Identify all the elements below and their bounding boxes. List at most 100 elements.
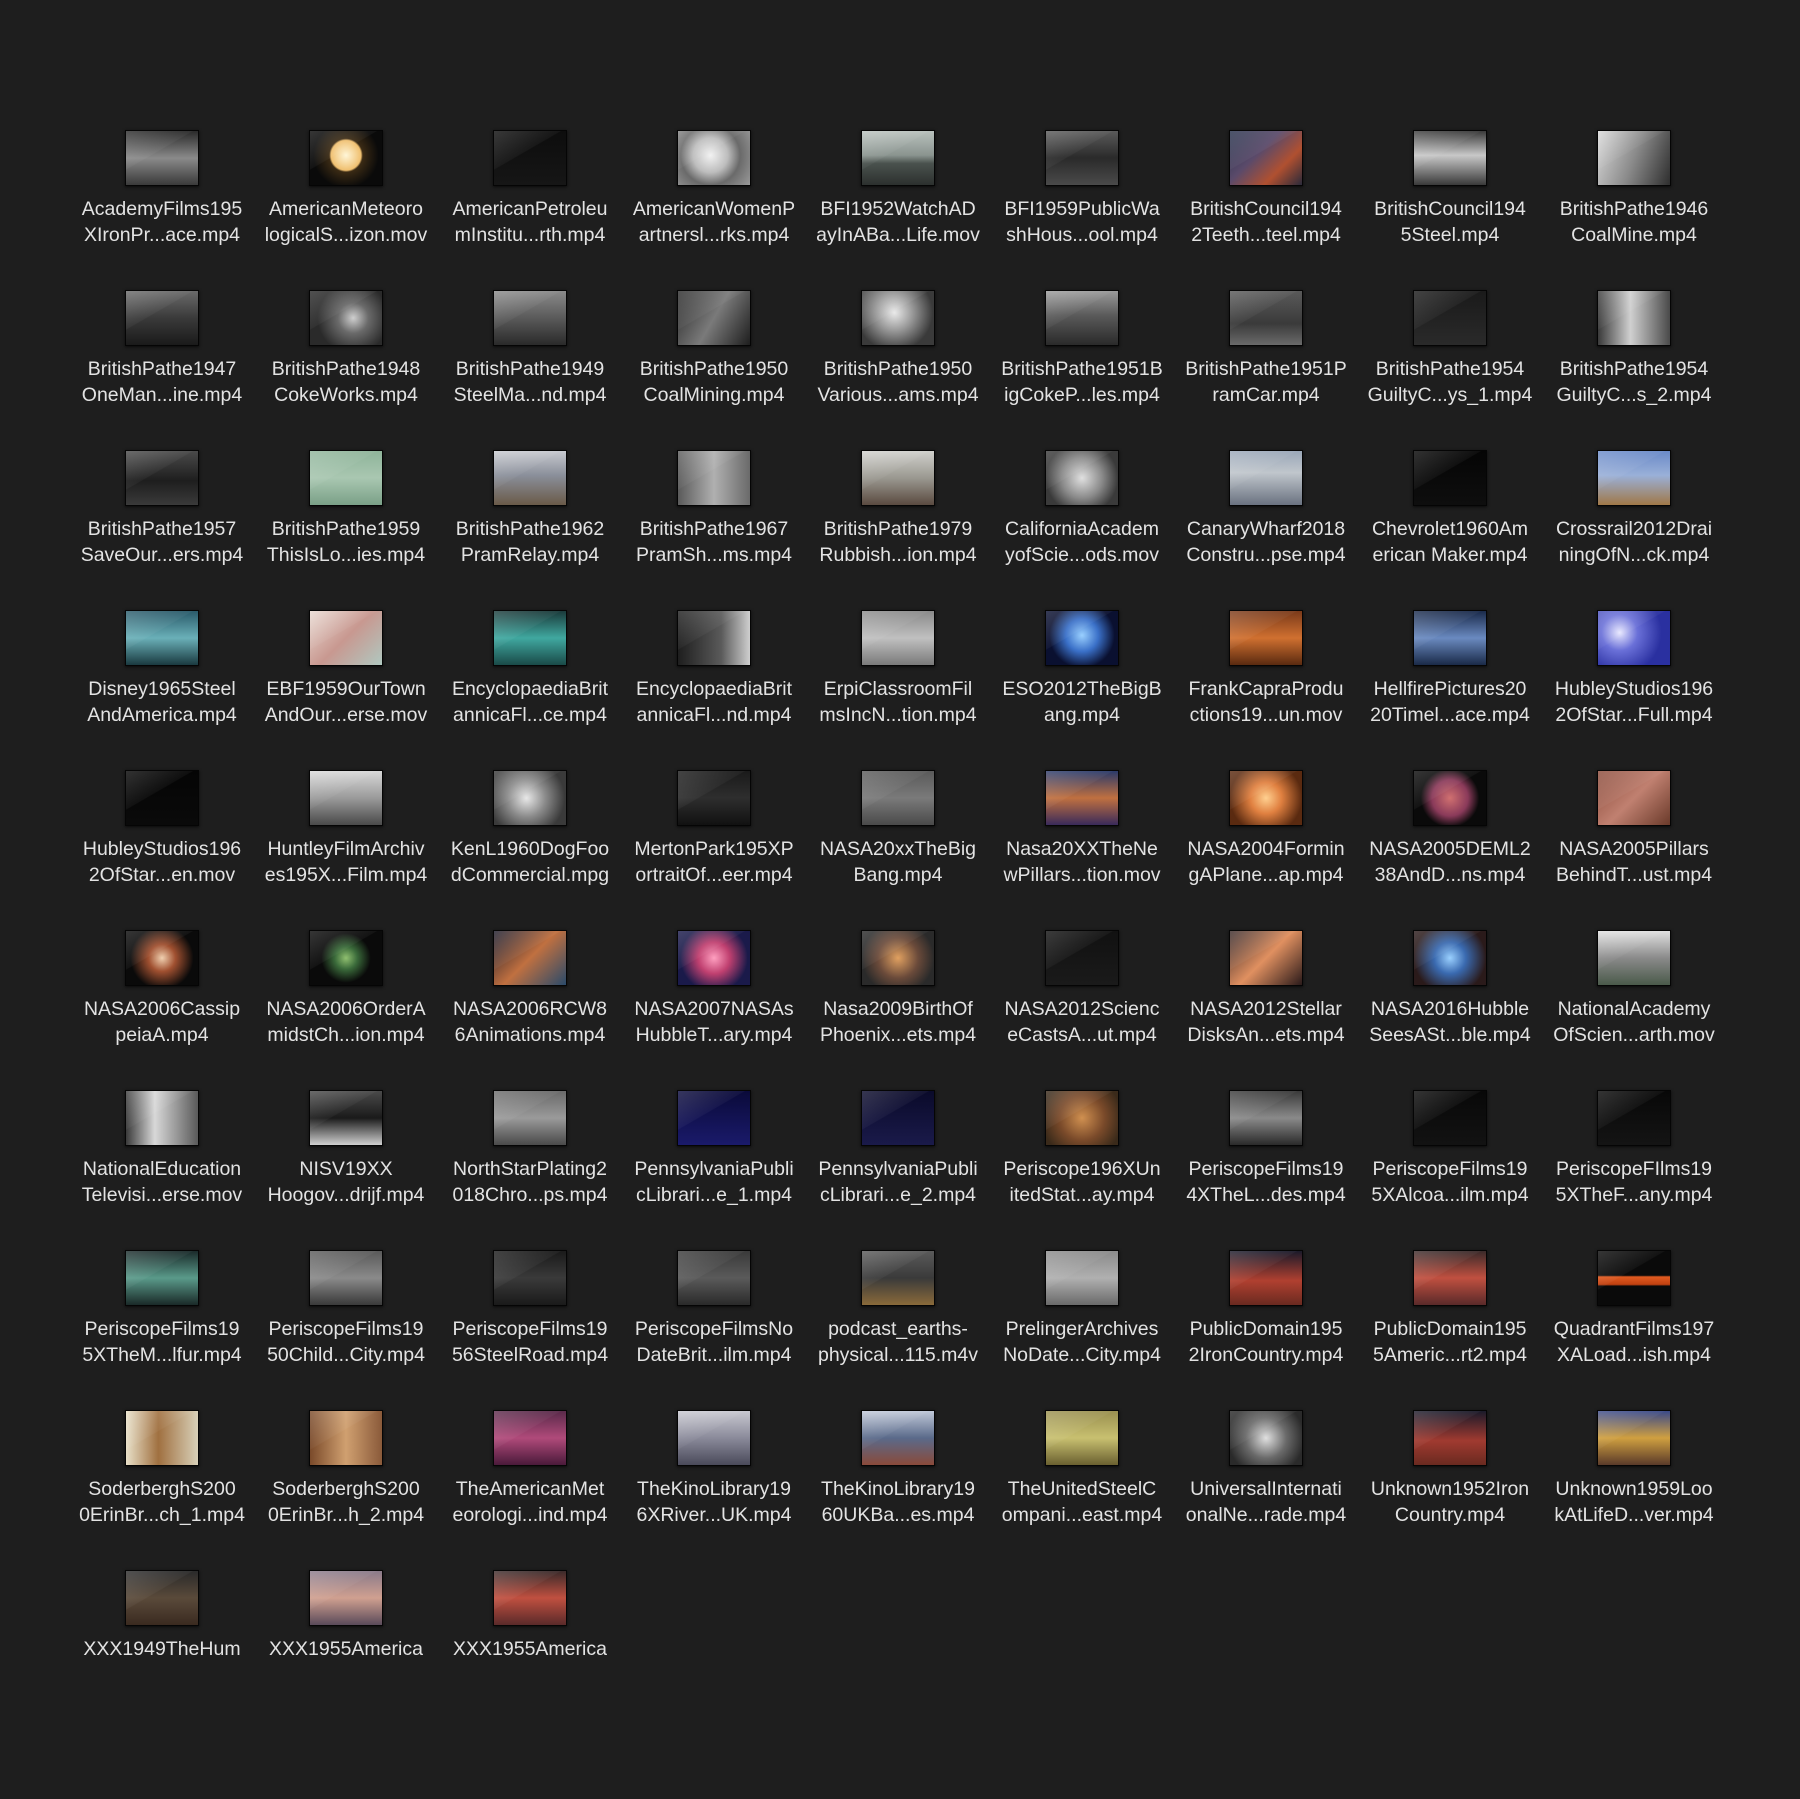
video-thumbnail-icon[interactable] xyxy=(1413,770,1487,826)
file-name-label[interactable]: podcast_earths-physical...115.m4v xyxy=(806,1316,990,1368)
file-item[interactable]: BritishPathe1957 SaveOur...ers.mp4 xyxy=(70,450,254,610)
video-thumbnail-icon[interactable] xyxy=(1413,1410,1487,1466)
file-item[interactable]: BritishPathe1979 Rubbish...ion.mp4 xyxy=(806,450,990,610)
file-name-label[interactable]: NASA2006Cassip peiaA.mp4 xyxy=(70,996,254,1048)
video-thumbnail-icon[interactable] xyxy=(1229,610,1303,666)
file-item[interactable]: BritishPathe1950 Various...ams.mp4 xyxy=(806,290,990,450)
file-item[interactable]: SoderberghS200 0ErinBr...ch_1.mp4 xyxy=(70,1410,254,1570)
file-item[interactable]: PeriscopeFilms19 56SteelRoad.mp4 xyxy=(438,1250,622,1410)
file-item[interactable]: EBF1959OurTown AndOur...erse.mov xyxy=(254,610,438,770)
file-name-label[interactable]: ErpiClassroomFil msIncN...tion.mp4 xyxy=(806,676,990,728)
file-item[interactable]: PennsylvaniaPubli cLibrari...e_2.mp4 xyxy=(806,1090,990,1250)
file-item[interactable]: PeriscopeFilms19 50Child...City.mp4 xyxy=(254,1250,438,1410)
video-thumbnail-icon[interactable] xyxy=(125,1090,199,1146)
file-name-label[interactable]: Crossrail2012Drai ningOfN...ck.mp4 xyxy=(1542,516,1726,568)
file-name-label[interactable]: XXX1955America xyxy=(438,1636,622,1662)
video-thumbnail-icon[interactable] xyxy=(677,290,751,346)
file-name-label[interactable]: Periscope196XUn itedStat...ay.mp4 xyxy=(990,1156,1174,1208)
file-name-label[interactable]: Unknown1959Loo kAtLifeD...ver.mp4 xyxy=(1542,1476,1726,1528)
video-thumbnail-icon[interactable] xyxy=(861,610,935,666)
video-thumbnail-icon[interactable] xyxy=(309,1410,383,1466)
file-name-label[interactable]: HubleyStudios196 2OfStar...Full.mp4 xyxy=(1542,676,1726,728)
video-thumbnail-icon[interactable] xyxy=(1229,1090,1303,1146)
file-item[interactable]: Disney1965Steel AndAmerica.mp4 xyxy=(70,610,254,770)
file-name-label[interactable]: Nasa2009BirthOf Phoenix...ets.mp4 xyxy=(806,996,990,1048)
video-thumbnail-icon[interactable] xyxy=(861,1410,935,1466)
file-item[interactable]: TheKinoLibrary19 6XRiver...UK.mp4 xyxy=(622,1410,806,1570)
video-thumbnail-icon[interactable] xyxy=(861,290,935,346)
file-name-label[interactable]: NationalAcademy OfScien...arth.mov xyxy=(1542,996,1726,1048)
file-item[interactable]: AmericanWomenP artnersl...rks.mp4 xyxy=(622,130,806,290)
video-thumbnail-icon[interactable] xyxy=(677,770,751,826)
file-item[interactable]: podcast_earths-physical...115.m4v xyxy=(806,1250,990,1410)
video-thumbnail-icon[interactable] xyxy=(493,450,567,506)
file-name-label[interactable]: BritishPathe1967 PramSh...ms.mp4 xyxy=(622,516,806,568)
file-name-label[interactable]: TheUnitedSteelC ompani...east.mp4 xyxy=(990,1476,1174,1528)
file-name-label[interactable]: AmericanPetroleu mInstitu...rth.mp4 xyxy=(438,196,622,248)
video-thumbnail-icon[interactable] xyxy=(677,1410,751,1466)
video-thumbnail-icon[interactable] xyxy=(1045,1410,1119,1466)
file-name-label[interactable]: UniversalInternati onalNe...rade.mp4 xyxy=(1174,1476,1358,1528)
file-name-label[interactable]: PeriscopeFilmsNo DateBrit...ilm.mp4 xyxy=(622,1316,806,1368)
video-thumbnail-icon[interactable] xyxy=(1413,290,1487,346)
video-thumbnail-icon[interactable] xyxy=(1229,770,1303,826)
file-name-label[interactable]: EncyclopaediaBrit annicaFl...nd.mp4 xyxy=(622,676,806,728)
video-thumbnail-icon[interactable] xyxy=(125,1250,199,1306)
video-thumbnail-icon[interactable] xyxy=(1229,290,1303,346)
file-name-label[interactable]: NASA2007NASAs HubbleT...ary.mp4 xyxy=(622,996,806,1048)
file-name-label[interactable]: PublicDomain195 2IronCountry.mp4 xyxy=(1174,1316,1358,1368)
file-name-label[interactable]: AcademyFilms195 XIronPr...ace.mp4 xyxy=(70,196,254,248)
file-item[interactable]: TheUnitedSteelC ompani...east.mp4 xyxy=(990,1410,1174,1570)
file-name-label[interactable]: PeriscopeFilms19 50Child...City.mp4 xyxy=(254,1316,438,1368)
file-name-label[interactable]: FrankCapraProdu ctions19...un.mov xyxy=(1174,676,1358,728)
file-item[interactable]: XXX1949TheHum xyxy=(70,1570,254,1730)
file-item[interactable]: XXX1955America xyxy=(254,1570,438,1730)
video-thumbnail-icon[interactable] xyxy=(677,1250,751,1306)
file-name-label[interactable]: KenL1960DogFoo dCommercial.mpg xyxy=(438,836,622,888)
file-name-label[interactable]: BritishPathe1947 OneMan...ine.mp4 xyxy=(70,356,254,408)
video-thumbnail-icon[interactable] xyxy=(309,930,383,986)
video-thumbnail-icon[interactable] xyxy=(861,770,935,826)
file-item[interactable]: HellfirePictures20 20Timel...ace.mp4 xyxy=(1358,610,1542,770)
file-name-label[interactable]: PennsylvaniaPubli cLibrari...e_1.mp4 xyxy=(622,1156,806,1208)
file-item[interactable]: HuntleyFilmArchiv es195X...Film.mp4 xyxy=(254,770,438,930)
file-item[interactable]: TheAmericanMet eorologi...ind.mp4 xyxy=(438,1410,622,1570)
file-name-label[interactable]: AmericanWomenP artnersl...rks.mp4 xyxy=(622,196,806,248)
file-name-label[interactable]: HellfirePictures20 20Timel...ace.mp4 xyxy=(1358,676,1542,728)
file-name-label[interactable]: BritishPathe1949 SteelMa...nd.mp4 xyxy=(438,356,622,408)
file-item[interactable]: NASA2012Stellar DisksAn...ets.mp4 xyxy=(1174,930,1358,1090)
file-item[interactable]: BritishCouncil194 2Teeth...teel.mp4 xyxy=(1174,130,1358,290)
video-thumbnail-icon[interactable] xyxy=(309,290,383,346)
file-item[interactable]: BritishPathe1947 OneMan...ine.mp4 xyxy=(70,290,254,450)
video-thumbnail-icon[interactable] xyxy=(125,610,199,666)
video-thumbnail-icon[interactable] xyxy=(677,450,751,506)
video-thumbnail-icon[interactable] xyxy=(677,130,751,186)
file-item[interactable]: BritishPathe1951B igCokeP...les.mp4 xyxy=(990,290,1174,450)
video-thumbnail-icon[interactable] xyxy=(309,130,383,186)
file-name-label[interactable]: BFI1959PublicWa shHous...ool.mp4 xyxy=(990,196,1174,248)
file-name-label[interactable]: PeriscopeFilms19 5XAlcoa...ilm.mp4 xyxy=(1358,1156,1542,1208)
file-item[interactable]: BritishPathe1954 GuiltyC...s_2.mp4 xyxy=(1542,290,1726,450)
file-item[interactable]: BFI1952WatchAD ayInABa...Life.mov xyxy=(806,130,990,290)
file-item[interactable]: Periscope196XUn itedStat...ay.mp4 xyxy=(990,1090,1174,1250)
file-item[interactable]: SoderberghS200 0ErinBr...h_2.mp4 xyxy=(254,1410,438,1570)
video-thumbnail-icon[interactable] xyxy=(125,450,199,506)
file-item[interactable]: NASA2006RCW8 6Animations.mp4 xyxy=(438,930,622,1090)
video-thumbnail-icon[interactable] xyxy=(493,1570,567,1626)
file-name-label[interactable]: EncyclopaediaBrit annicaFl...ce.mp4 xyxy=(438,676,622,728)
video-thumbnail-icon[interactable] xyxy=(1229,930,1303,986)
file-item[interactable]: NASA20xxTheBig Bang.mp4 xyxy=(806,770,990,930)
file-item[interactable]: KenL1960DogFoo dCommercial.mpg xyxy=(438,770,622,930)
video-thumbnail-icon[interactable] xyxy=(1413,1250,1487,1306)
file-item[interactable]: NASA2006Cassip peiaA.mp4 xyxy=(70,930,254,1090)
file-name-label[interactable]: HuntleyFilmArchiv es195X...Film.mp4 xyxy=(254,836,438,888)
video-thumbnail-icon[interactable] xyxy=(1045,930,1119,986)
video-thumbnail-icon[interactable] xyxy=(1413,1090,1487,1146)
video-thumbnail-icon[interactable] xyxy=(1045,770,1119,826)
file-item[interactable]: PublicDomain195 2IronCountry.mp4 xyxy=(1174,1250,1358,1410)
video-thumbnail-icon[interactable] xyxy=(1045,1250,1119,1306)
file-name-label[interactable]: QuadrantFilms197 XALoad...ish.mp4 xyxy=(1542,1316,1726,1368)
file-name-label[interactable]: PeriscopeFIlms19 5XTheF...any.mp4 xyxy=(1542,1156,1726,1208)
file-item[interactable]: BritishPathe1959 ThisIsLo...ies.mp4 xyxy=(254,450,438,610)
file-item[interactable]: NationalAcademy OfScien...arth.mov xyxy=(1542,930,1726,1090)
